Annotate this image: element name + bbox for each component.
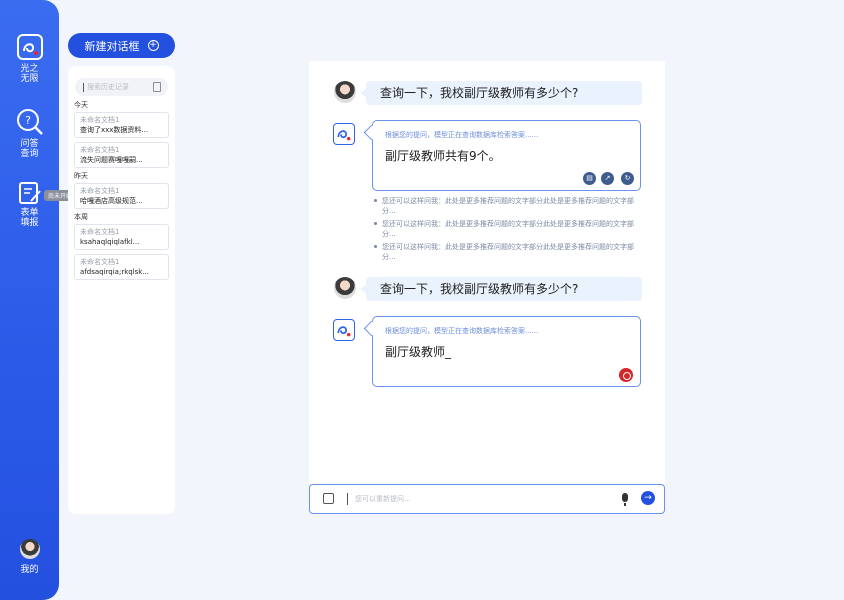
bot-avatar-icon <box>333 319 355 341</box>
chat-input-bar[interactable]: 您可以重新提问... → <box>309 484 665 514</box>
bot-avatar-icon <box>333 123 355 145</box>
nav-form[interactable]: 表单 填报 <box>0 181 59 228</box>
history-panel: 搜索历史记录 今天 未命名文档1 查询了xxx数据资料... 未命名文档1 流失… <box>68 66 175 514</box>
group-label: 本周 <box>74 213 88 221</box>
history-item-preview: 查询了xxx数据资料... <box>80 126 149 134</box>
edit-form-icon <box>18 182 41 204</box>
nav-form-label: 表单 填报 <box>20 208 39 228</box>
nav-mine[interactable]: 我的 <box>0 539 59 575</box>
share-icon[interactable]: ↗ <box>601 172 614 185</box>
search-question-icon: ? <box>16 109 43 135</box>
plus-icon: + <box>147 40 159 51</box>
image-upload-icon[interactable] <box>323 493 334 504</box>
suggested-question[interactable]: 您还可以这样问我：此处是更多推荐问题的文字部分此处是更多推荐问题的文字部分... <box>374 242 636 262</box>
user-message: 查询一下，我校副厅级教师有多少个? <box>334 81 644 105</box>
group-label: 今天 <box>74 101 88 109</box>
avatar <box>19 539 40 559</box>
user-avatar <box>334 277 356 299</box>
history-item[interactable]: 未命名文档1 哈嘎酒店高级规范... <box>74 183 169 209</box>
history-item-title: 未命名文档1 <box>80 116 120 124</box>
send-button[interactable]: → <box>641 491 655 505</box>
history-item-preview: afdsaqirqia;rkqlsk... <box>80 268 150 276</box>
bot-status: 根据您的提问，模型正在查询数据库检索答案...... <box>385 327 539 335</box>
svg-text:?: ? <box>25 114 31 127</box>
bot-bubble: 根据您的提问，模型正在查询数据库检索答案...... 副厅级教师共有9个。 ▤ … <box>372 120 641 191</box>
nav-qa-label: 问答 查询 <box>20 139 39 159</box>
left-rail: 光之 无限 ? 问答 查询 表单 填报 尚未开始 我的 <box>0 0 77 600</box>
history-item-title: 未命名文档1 <box>80 187 120 195</box>
bot-status: 根据您的提问，模型正在查询数据库检索答案...... <box>385 131 539 139</box>
stop-generating-button[interactable] <box>619 368 633 382</box>
nav-mine-label: 我的 <box>20 565 39 575</box>
history-item-preview: ksahaqlqiqlafkl... <box>80 238 140 246</box>
bot-answer-streaming: 副厅级教师_ <box>385 345 452 359</box>
logo-label: 光之 无限 <box>20 64 39 84</box>
chat-input-placeholder: 您可以重新提问... <box>355 495 411 503</box>
logo[interactable]: 光之 无限 <box>0 34 59 84</box>
microphone-icon[interactable] <box>622 493 628 506</box>
text-caret <box>83 82 84 92</box>
history-search-input[interactable]: 搜索历史记录 <box>75 78 168 96</box>
history-item-title: 未命名文档1 <box>80 146 120 154</box>
refresh-icon[interactable]: ↻ <box>621 172 634 185</box>
group-label: 昨天 <box>74 172 88 180</box>
user-bubble: 查询一下，我校副厅级教师有多少个? <box>360 81 642 105</box>
suggested-question[interactable]: 您还可以这样问我：此处是更多推荐问题的文字部分此处是更多推荐问题的文字部分... <box>374 196 636 216</box>
copy-icon[interactable]: ▤ <box>583 172 596 185</box>
history-item-preview: 哈嘎酒店高级规范... <box>80 197 143 205</box>
user-message: 查询一下，我校副厅级教师有多少个? <box>334 277 644 301</box>
nav-qa[interactable]: ? 问答 查询 <box>0 108 59 159</box>
new-chat-button[interactable]: 新建对话框 + <box>68 33 175 58</box>
user-avatar <box>334 81 356 103</box>
chat-window: 查询一下，我校副厅级教师有多少个? 根据您的提问，模型正在查询数据库检索答案..… <box>309 61 665 484</box>
app-logo-icon <box>16 34 43 60</box>
history-item[interactable]: 未命名文档1 ksahaqlqiqlafkl... <box>74 224 169 250</box>
bot-bubble: 根据您的提问，模型正在查询数据库检索答案...... 副厅级教师_ <box>372 316 641 387</box>
bot-answer: 副厅级教师共有9个。 <box>385 149 501 163</box>
history-item-preview: 流失问题赛嘎嘎嗣... <box>80 156 143 164</box>
text-caret <box>347 493 348 505</box>
history-item[interactable]: 未命名文档1 流失问题赛嘎嘎嗣... <box>74 142 169 168</box>
history-item[interactable]: 未命名文档1 afdsaqirqia;rkqlsk... <box>74 254 169 280</box>
suggested-question[interactable]: 您还可以这样问我：此处是更多推荐问题的文字部分此处是更多推荐问题的文字部分... <box>374 219 636 239</box>
user-bubble: 查询一下，我校副厅级教师有多少个? <box>360 277 642 301</box>
history-item-title: 未命名文档1 <box>80 228 120 236</box>
document-icon[interactable] <box>153 82 161 92</box>
search-placeholder: 搜索历史记录 <box>87 83 129 91</box>
history-item-title: 未命名文档1 <box>80 258 120 266</box>
history-item[interactable]: 未命名文档1 查询了xxx数据资料... <box>74 112 169 138</box>
new-chat-label: 新建对话框 <box>84 39 140 53</box>
